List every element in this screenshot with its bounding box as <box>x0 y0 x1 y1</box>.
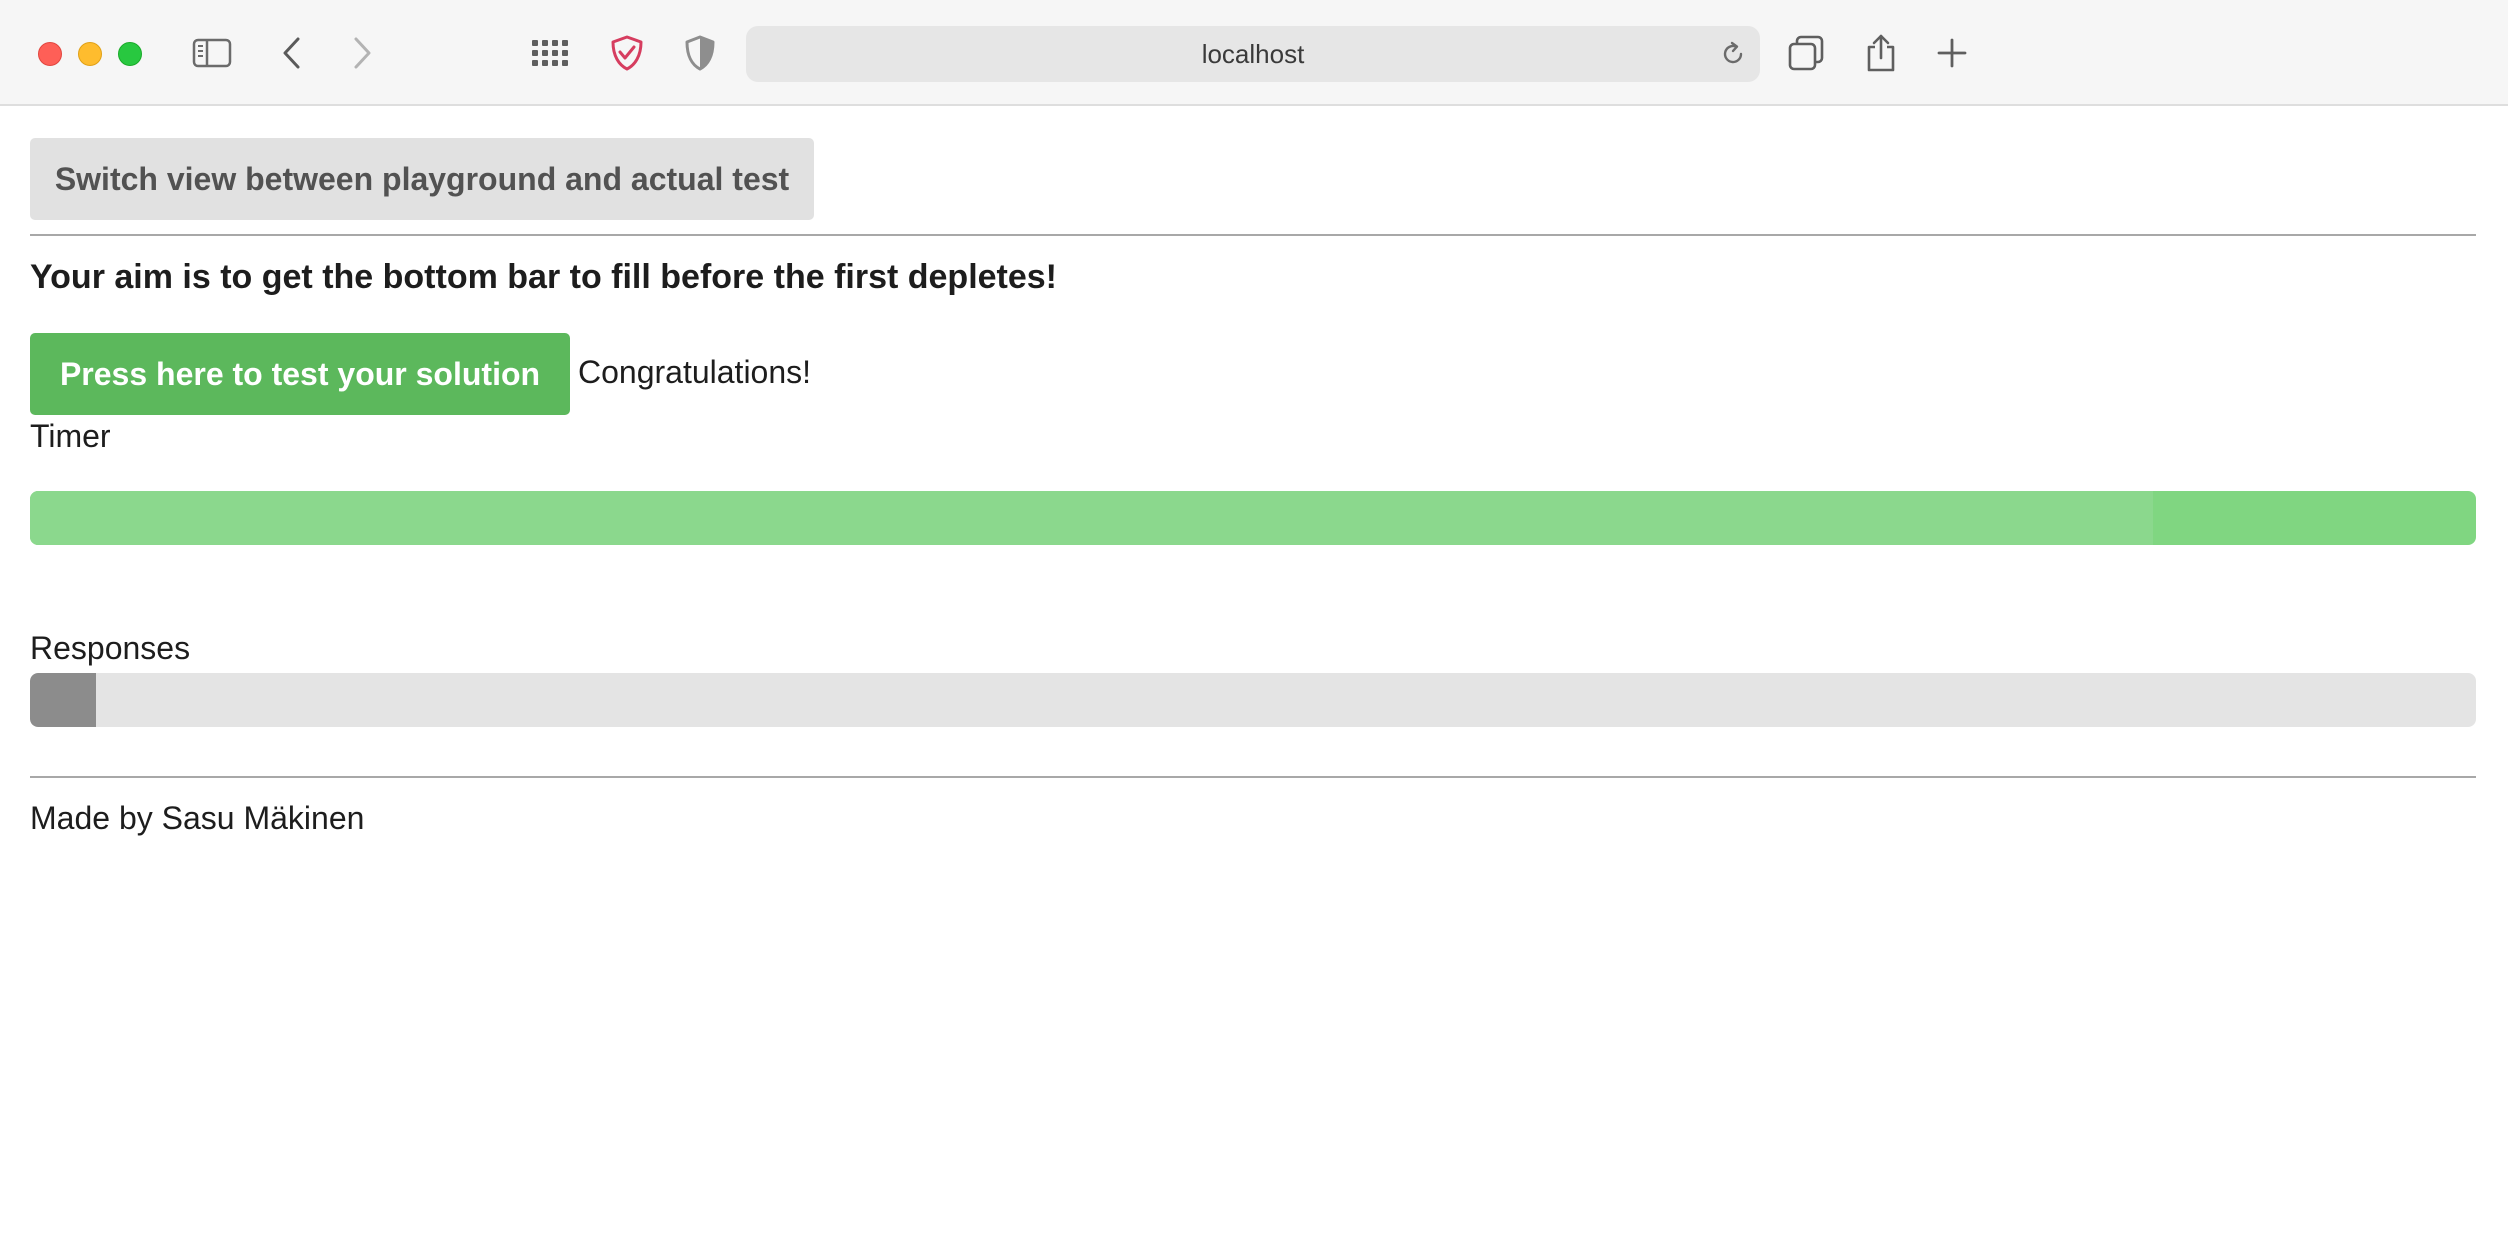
timer-label: Timer <box>30 418 111 454</box>
address-bar[interactable]: localhost <box>746 26 1760 82</box>
test-solution-button[interactable]: Press here to test your solution <box>30 333 570 415</box>
shield-icon[interactable] <box>676 28 724 78</box>
page-content: Switch view between playground and actua… <box>0 106 2508 1254</box>
responses-progress-fill <box>30 673 97 727</box>
shield-check-icon[interactable] <box>603 28 651 78</box>
timer-progress-bar <box>30 491 2476 545</box>
footer-credit: Made by Sasu Mäkinen <box>30 800 365 836</box>
browser-toolbar: localhost <box>0 0 2508 106</box>
responses-label: Responses <box>30 630 191 666</box>
timer-progress-fill <box>30 491 2154 545</box>
responses-progress-bar <box>30 673 2476 727</box>
reload-icon[interactable] <box>1718 39 1748 69</box>
plus-icon[interactable] <box>1928 28 1976 78</box>
sidebar-icon[interactable] <box>188 28 236 78</box>
divider <box>30 776 2476 778</box>
tabs-overview-icon[interactable] <box>1782 28 1830 78</box>
share-icon[interactable] <box>1857 28 1905 78</box>
close-window-icon[interactable] <box>38 42 62 66</box>
maximize-window-icon[interactable] <box>118 42 142 66</box>
switch-view-button[interactable]: Switch view between playground and actua… <box>30 138 814 220</box>
chevron-right-icon[interactable] <box>338 28 386 78</box>
aim-heading: Your aim is to get the bottom bar to fil… <box>30 258 1058 296</box>
status-message: Congratulations! <box>578 354 812 390</box>
address-text: localhost <box>1201 38 1305 69</box>
grid-icon[interactable] <box>526 28 574 78</box>
minimize-window-icon[interactable] <box>78 42 102 66</box>
chevron-left-icon[interactable] <box>268 28 316 78</box>
divider <box>30 234 2476 236</box>
